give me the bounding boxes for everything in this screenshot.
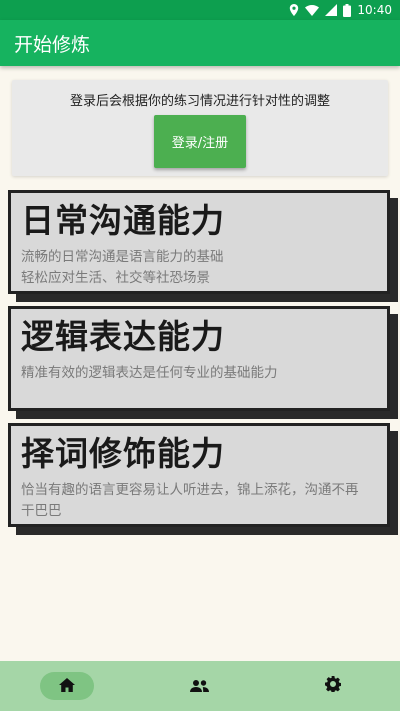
nav-item-home[interactable] xyxy=(0,661,133,711)
skill-title: 逻辑表达能力 xyxy=(21,317,225,356)
settings-icon xyxy=(325,676,342,696)
skill-description: 精准有效的逻辑表达是任何专业的基础能力 xyxy=(21,363,377,384)
nav-item-people[interactable] xyxy=(133,661,266,711)
people-icon xyxy=(190,677,210,696)
skill-description-line: 精准有效的逻辑表达是任何专业的基础能力 xyxy=(21,365,278,381)
skill-description: 流畅的日常沟通是语言能力的基础 轻松应对生活、社交等社恐场景 xyxy=(21,247,377,289)
nav-active-indicator xyxy=(39,672,94,700)
home-icon xyxy=(58,677,75,696)
login-card: 登录后会根据你的练习情况进行针对性的调整 登录/注册 xyxy=(12,80,388,176)
page-title: 开始修炼 xyxy=(14,33,91,56)
status-bar: 10:40 xyxy=(0,0,400,20)
skill-description-line: 恰当有趣的语言更容易让人听进去，锦上添花，沟通不再 xyxy=(21,482,359,498)
battery-icon xyxy=(343,3,352,17)
skill-card-word-choice[interactable]: 择词修饰能力 恰当有趣的语言更容易让人听进去，锦上添花，沟通不再 干巴巴 xyxy=(8,423,390,527)
skill-card-logical-expression[interactable]: 逻辑表达能力 精准有效的逻辑表达是任何专业的基础能力 xyxy=(8,306,390,411)
skill-title: 择词修饰能力 xyxy=(21,434,225,473)
skill-title: 日常沟通能力 xyxy=(21,201,225,240)
bottom-navigation xyxy=(0,661,400,711)
wifi-icon xyxy=(305,4,320,16)
signal-icon xyxy=(325,4,338,16)
skill-description: 恰当有趣的语言更容易让人听进去，锦上添花，沟通不再 干巴巴 xyxy=(21,480,377,522)
location-icon xyxy=(289,4,299,16)
status-time: 10:40 xyxy=(357,3,392,17)
skill-card-daily-communication[interactable]: 日常沟通能力 流畅的日常沟通是语言能力的基础 轻松应对生活、社交等社恐场景 xyxy=(8,190,390,294)
nav-item-settings[interactable] xyxy=(267,661,400,711)
login-hint: 登录后会根据你的练习情况进行针对性的调整 xyxy=(69,94,330,109)
login-register-button[interactable]: 登录/注册 xyxy=(154,115,246,168)
skill-description-line: 干巴巴 xyxy=(21,503,62,519)
skill-description-line: 流畅的日常沟通是语言能力的基础 xyxy=(21,249,224,265)
app-bar: 开始修炼 xyxy=(0,20,400,66)
skill-description-line: 轻松应对生活、社交等社恐场景 xyxy=(21,270,210,286)
